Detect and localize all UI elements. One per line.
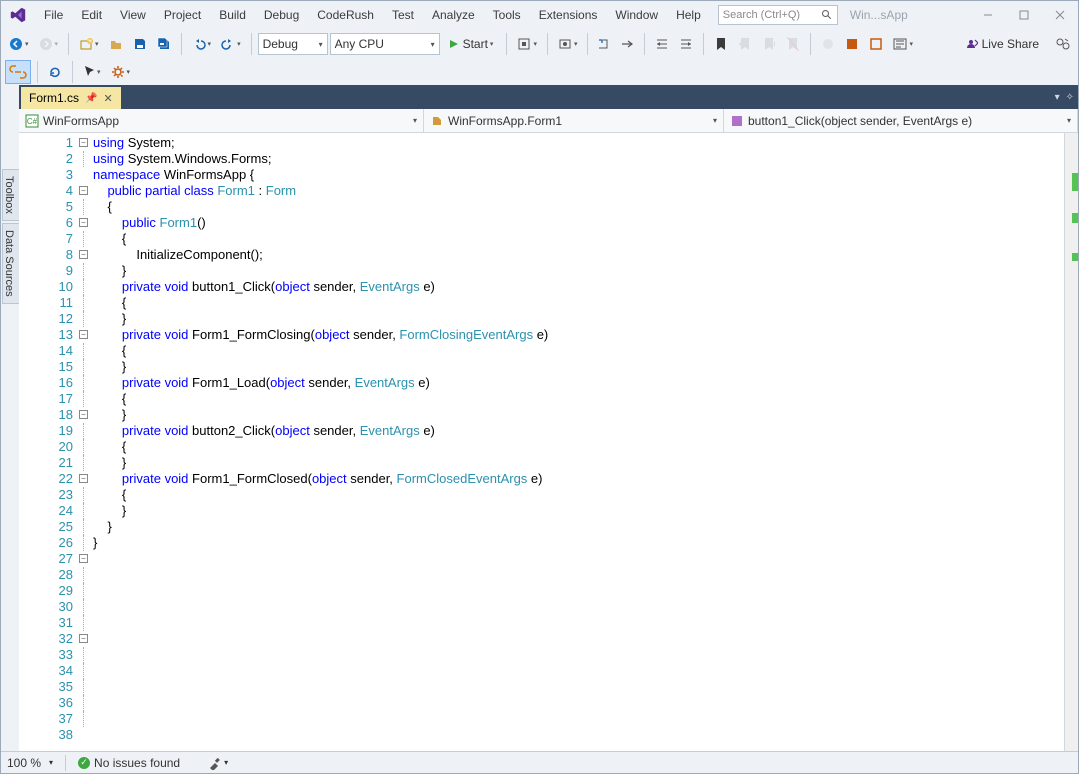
brush-tool[interactable]: ▾: [208, 756, 228, 770]
overview-ruler[interactable]: [1064, 133, 1078, 751]
menu-window[interactable]: Window: [606, 4, 667, 26]
document-tab-label: Form1.cs: [29, 91, 79, 105]
nav-back-button[interactable]: ▾: [5, 32, 33, 56]
menu-analyze[interactable]: Analyze: [423, 4, 484, 26]
toolbox-icon[interactable]: ▾: [554, 32, 582, 56]
solution-config-combo[interactable]: Debug▾: [258, 33, 328, 55]
bookmark-button[interactable]: [710, 32, 732, 56]
zoom-combo[interactable]: 100 %▾: [7, 756, 53, 770]
clear-bookmarks-button[interactable]: [782, 32, 804, 56]
menu-tools[interactable]: Tools: [484, 4, 530, 26]
line-number-gutter: 1234567891011121314151617181920212223242…: [19, 133, 79, 751]
redo-button[interactable]: ▾: [217, 32, 245, 56]
issues-indicator[interactable]: ✓ No issues found: [78, 756, 180, 770]
menu-test[interactable]: Test: [383, 4, 423, 26]
step-into-button[interactable]: [592, 32, 614, 56]
live-share-button[interactable]: Live Share: [957, 32, 1046, 56]
start-debug-button[interactable]: Start▾: [442, 32, 501, 56]
method-icon: [730, 114, 744, 128]
code-editor[interactable]: ⤢ 12345678910111213141516171819202122232…: [19, 133, 1078, 751]
next-bookmark-button[interactable]: [758, 32, 780, 56]
maximize-button[interactable]: [1006, 3, 1042, 27]
side-tab-data-sources[interactable]: Data Sources: [2, 223, 20, 304]
main-area: Toolbox Data Sources Form1.cs 📌 ✕ ▾ ✧ C# …: [1, 85, 1078, 751]
pin-icon[interactable]: 📌: [85, 93, 97, 104]
immediate-window-button[interactable]: ▾: [889, 32, 917, 56]
menu-coderush[interactable]: CodeRush: [308, 4, 383, 26]
menu-build[interactable]: Build: [210, 4, 255, 26]
minimize-button[interactable]: [970, 3, 1006, 27]
nav-project-combo[interactable]: C# WinFormsApp▾: [19, 109, 424, 132]
menu-debug[interactable]: Debug: [255, 4, 308, 26]
standard-toolbar: ▾ ▾ ✳▾ ▾ ▾ Debug▾ Any CPU▾ Start▾ ▾ ▾ ▾ …: [1, 29, 1078, 59]
coderush-toolbar: ▾ ▾: [1, 59, 1078, 85]
indent-right-button[interactable]: [675, 32, 697, 56]
search-icon: [821, 9, 833, 21]
breakpoint-button[interactable]: [841, 32, 863, 56]
attach-button[interactable]: ▾: [513, 32, 541, 56]
menu-help[interactable]: Help: [667, 4, 710, 26]
fold-gutter[interactable]: − −−−−−−−−: [79, 133, 93, 751]
save-button[interactable]: [129, 32, 151, 56]
window-title: Win...sApp: [850, 8, 908, 22]
nav-class-combo[interactable]: WinFormsApp.Form1▾: [424, 109, 724, 132]
indent-left-button[interactable]: [651, 32, 673, 56]
tab-options-icon[interactable]: ✧: [1066, 92, 1074, 103]
menu-project[interactable]: Project: [155, 4, 210, 26]
close-tab-icon[interactable]: ✕: [103, 92, 112, 105]
nav-member-combo[interactable]: button1_Click(object sender, EventArgs e…: [724, 109, 1078, 132]
document-tabstrip: Form1.cs 📌 ✕ ▾ ✧: [19, 85, 1078, 109]
nav-forward-button[interactable]: ▾: [35, 32, 63, 56]
vs-logo-icon: [7, 4, 29, 26]
svg-text:✳: ✳: [88, 38, 93, 45]
open-file-button[interactable]: [105, 32, 127, 56]
feedback-button[interactable]: [1050, 32, 1074, 56]
menu-file[interactable]: File: [35, 4, 72, 26]
check-icon: ✓: [78, 757, 90, 769]
menu-edit[interactable]: Edit: [72, 4, 111, 26]
navigation-bar: C# WinFormsApp▾ WinFormsApp.Form1▾ butto…: [19, 109, 1078, 133]
step-over-button[interactable]: [616, 32, 638, 56]
pointer-icon[interactable]: ▾: [79, 60, 105, 84]
break-all-button[interactable]: [817, 32, 839, 56]
save-all-button[interactable]: [153, 32, 175, 56]
code-content[interactable]: using System;using System.Windows.Forms;…: [93, 133, 1064, 751]
gear-icon[interactable]: ▾: [107, 60, 135, 84]
prev-bookmark-button[interactable]: [734, 32, 756, 56]
class-icon: [430, 114, 444, 128]
title-bar: FileEditViewProjectBuildDebugCodeRushTes…: [1, 1, 1078, 29]
tab-dropdown-icon[interactable]: ▾: [1055, 92, 1060, 103]
undo-button[interactable]: ▾: [188, 32, 216, 56]
solution-platform-combo[interactable]: Any CPU▾: [330, 33, 440, 55]
menu-extensions[interactable]: Extensions: [530, 4, 607, 26]
menu-view[interactable]: View: [111, 4, 155, 26]
coderush-link-icon[interactable]: [5, 60, 31, 84]
status-bar: 100 %▾ ✓ No issues found ▾: [1, 751, 1078, 773]
new-project-button[interactable]: ✳▾: [75, 32, 103, 56]
csharp-project-icon: C#: [25, 114, 39, 128]
quick-launch-search[interactable]: Search (Ctrl+Q): [718, 5, 838, 25]
document-tab[interactable]: Form1.cs 📌 ✕: [21, 87, 121, 109]
close-button[interactable]: [1042, 3, 1078, 27]
disable-breakpoints-button[interactable]: [865, 32, 887, 56]
side-tab-toolbox[interactable]: Toolbox: [2, 169, 20, 221]
search-placeholder: Search (Ctrl+Q): [723, 9, 800, 21]
refresh-button[interactable]: [44, 60, 66, 84]
svg-text:C#: C#: [27, 117, 38, 126]
